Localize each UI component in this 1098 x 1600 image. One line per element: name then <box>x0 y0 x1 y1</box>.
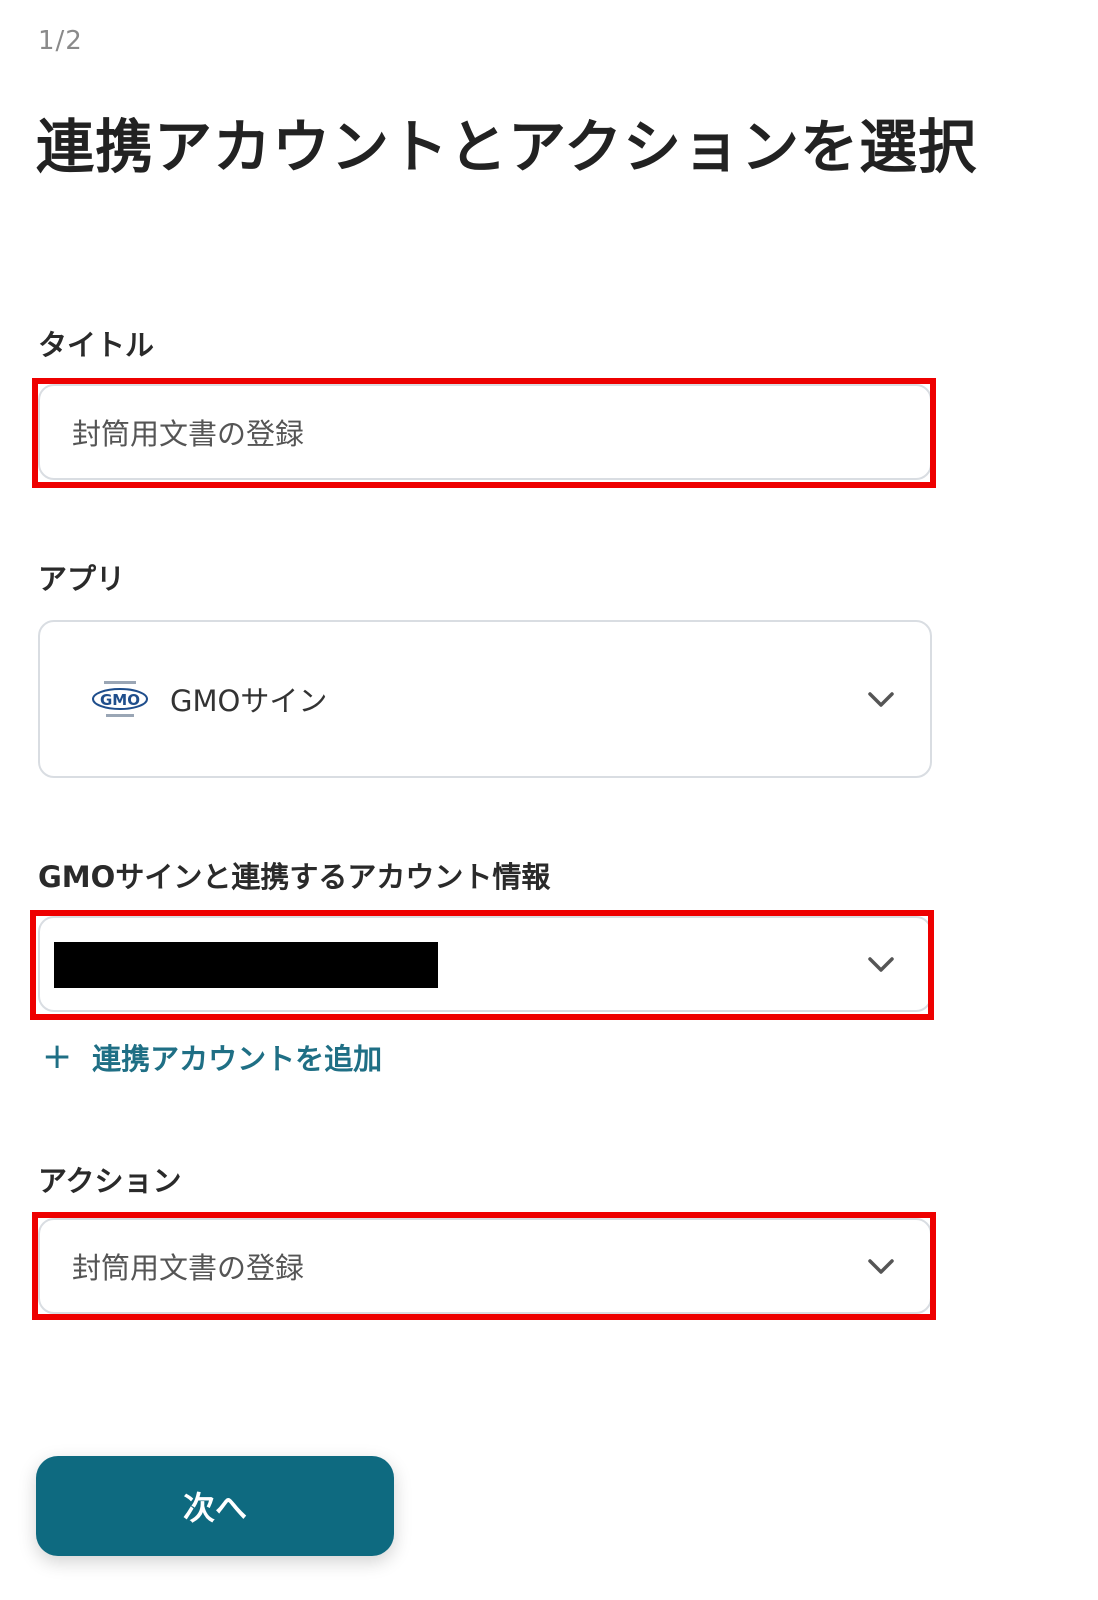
title-label: タイトル <box>38 328 155 362</box>
step-indicator: 1/2 <box>38 26 83 56</box>
gmo-sign-logo-icon: GMO <box>92 681 148 717</box>
next-button[interactable]: 次へ <box>36 1456 394 1556</box>
add-account-link[interactable]: + 連携アカウントを追加 <box>42 1036 382 1078</box>
chevron-down-icon <box>868 692 894 707</box>
svg-text:GMO: GMO <box>100 691 140 709</box>
plus-icon: + <box>42 1036 73 1077</box>
title-highlight <box>32 378 936 488</box>
app-select[interactable]: GMO GMOサイン <box>38 620 932 778</box>
page-title: 連携アカウントとアクションを選択 <box>36 113 978 181</box>
add-account-label: 連携アカウントを追加 <box>92 1042 383 1076</box>
account-highlight <box>30 910 934 1020</box>
action-label: アクション <box>38 1164 182 1198</box>
app-label: アプリ <box>38 562 126 596</box>
account-label: GMOサインと連携するアカウント情報 <box>38 860 551 894</box>
app-name: GMOサイン <box>170 684 328 718</box>
action-highlight <box>32 1212 936 1320</box>
